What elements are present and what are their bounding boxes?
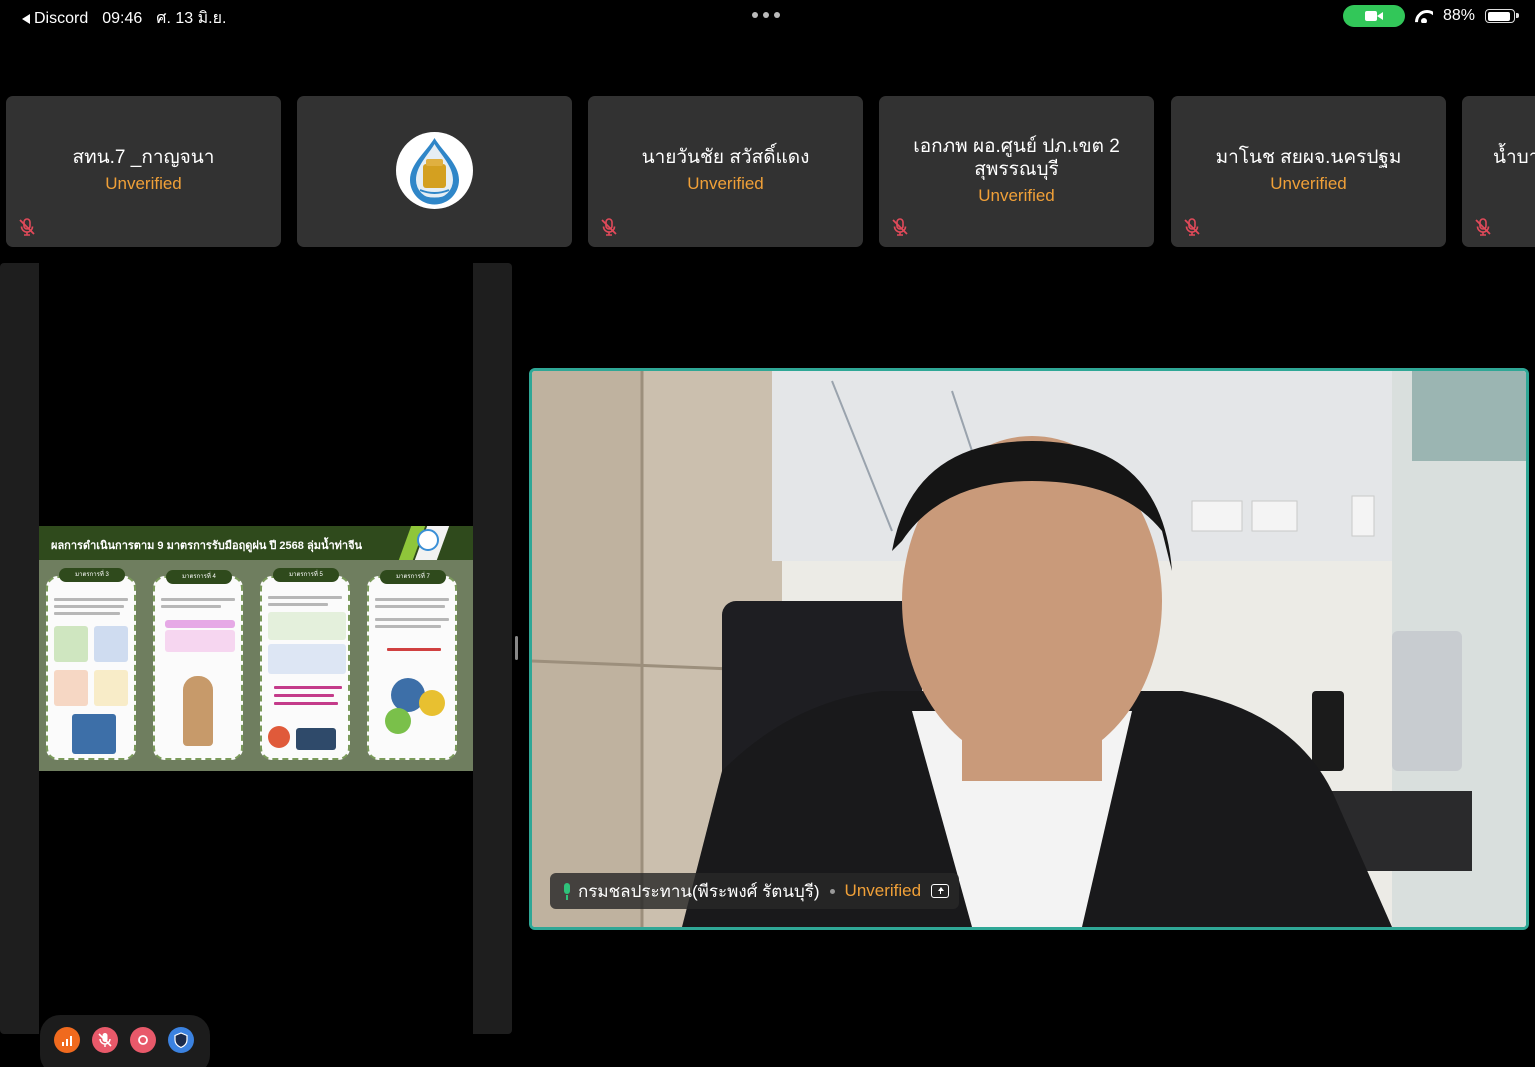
- slide-card: [153, 576, 243, 760]
- back-app-label: Discord: [34, 9, 89, 27]
- record-icon[interactable]: [130, 1027, 156, 1053]
- signal-icon[interactable]: [54, 1027, 80, 1053]
- status-time: 09:46: [102, 9, 143, 27]
- card-tag: มาตรการที่ 5: [273, 568, 339, 582]
- muted-mic-icon: [892, 218, 908, 236]
- shield-icon[interactable]: [168, 1027, 194, 1053]
- muted-mic-icon: [19, 218, 35, 236]
- speaker-name-pill[interactable]: กรมชลประทาน(พีระพงศ์ รัตนบุรี) Unverifie…: [550, 873, 960, 909]
- participant-tile[interactable]: นายวันชัย สวัสดิ์แดง Unverified: [588, 96, 863, 247]
- royal-irrigation-logo-icon: [396, 132, 473, 209]
- participant-tile[interactable]: สทน.7 _กาญจนา Unverified: [6, 96, 281, 247]
- participant-tile[interactable]: เอกภพ ผอ.ศูนย์ ปภ.เขต 2 สุพรรณบุรี Unver…: [879, 96, 1154, 247]
- wifi-icon: [1415, 10, 1433, 23]
- call-toolbar: [40, 1015, 210, 1067]
- back-arrow-icon: [22, 13, 30, 24]
- verification-status: Unverified: [687, 174, 764, 193]
- back-to-app-link[interactable]: Discord: [22, 10, 88, 28]
- participant-name: สทน.7 _กาญจนา: [72, 147, 215, 168]
- speaker-video-feed: [532, 371, 1526, 927]
- status-bar: Discord 09:46 ศ. 13 มิ.ย. 88%: [0, 0, 1535, 32]
- status-date: ศ. 13 มิ.ย.: [156, 10, 227, 27]
- slide-body: มาตรการที่ 3 มาตรการที่ 4 มาตรการที่ 5 ม…: [39, 560, 473, 771]
- participant-tile[interactable]: น้ำบา: [1462, 96, 1535, 247]
- mute-icon[interactable]: [92, 1027, 118, 1053]
- participant-name: มาโนช สยผจ.นครปฐม: [1215, 147, 1402, 168]
- participant-tile[interactable]: มาโนช สยผจ.นครปฐม Unverified: [1171, 96, 1446, 247]
- muted-mic-icon: [601, 218, 617, 236]
- slide-header: ผลการดำเนินการตาม 9 มาตรการรับมือฤดูฝน ป…: [39, 526, 473, 560]
- verification-status: Unverified: [1270, 174, 1347, 193]
- main-video-tile[interactable]: กรมชลประทาน(พีระพงศ์ รัตนบุรี) Unverifie…: [529, 368, 1529, 930]
- speaking-mic-icon: [562, 882, 572, 900]
- muted-mic-icon: [1475, 218, 1491, 236]
- verification-status: Unverified: [844, 881, 922, 900]
- card-tag: มาตรการที่ 7: [380, 570, 446, 584]
- muted-mic-icon: [1184, 218, 1200, 236]
- separator-dot: [829, 888, 835, 894]
- battery-icon: [1485, 9, 1519, 23]
- camera-active-indicator[interactable]: [1342, 5, 1405, 27]
- slide-card: [46, 576, 136, 760]
- participant-name: นายวันชัย สวัสดิ์แดง: [641, 147, 810, 168]
- shared-slide: ผลการดำเนินการตาม 9 มาตรการรับมือฤดูฝน ป…: [39, 526, 473, 771]
- slide-title: ผลการดำเนินการตาม 9 มาตรการรับมือฤดูฝน ป…: [51, 540, 363, 552]
- participant-name: น้ำบา: [1493, 147, 1535, 168]
- verification-status: Unverified: [978, 186, 1055, 205]
- resize-handle[interactable]: [515, 636, 518, 660]
- slide-card: [260, 576, 350, 760]
- verification-status: Unverified: [105, 174, 182, 193]
- slide-card: [367, 576, 457, 760]
- multitasking-dots-icon[interactable]: [752, 12, 780, 18]
- slide-logo-icon: [417, 529, 439, 551]
- speaker-name: กรมชลประทาน(พีระพงศ์ รัตนบุรี): [578, 881, 820, 901]
- card-tag: มาตรการที่ 4: [166, 570, 232, 584]
- participant-strip[interactable]: สทน.7 _กาญจนา Unverified นายวันชัย สวัสด…: [6, 96, 1535, 248]
- battery-percent: 88%: [1442, 7, 1475, 24]
- screen-share-icon: [931, 884, 950, 898]
- participant-name: เอกภพ ผอ.ศูนย์ ปภ.เขต 2 สุพรรณบุรี: [913, 136, 1120, 180]
- card-tag: มาตรการที่ 3: [59, 568, 125, 582]
- participant-tile[interactable]: [297, 96, 572, 247]
